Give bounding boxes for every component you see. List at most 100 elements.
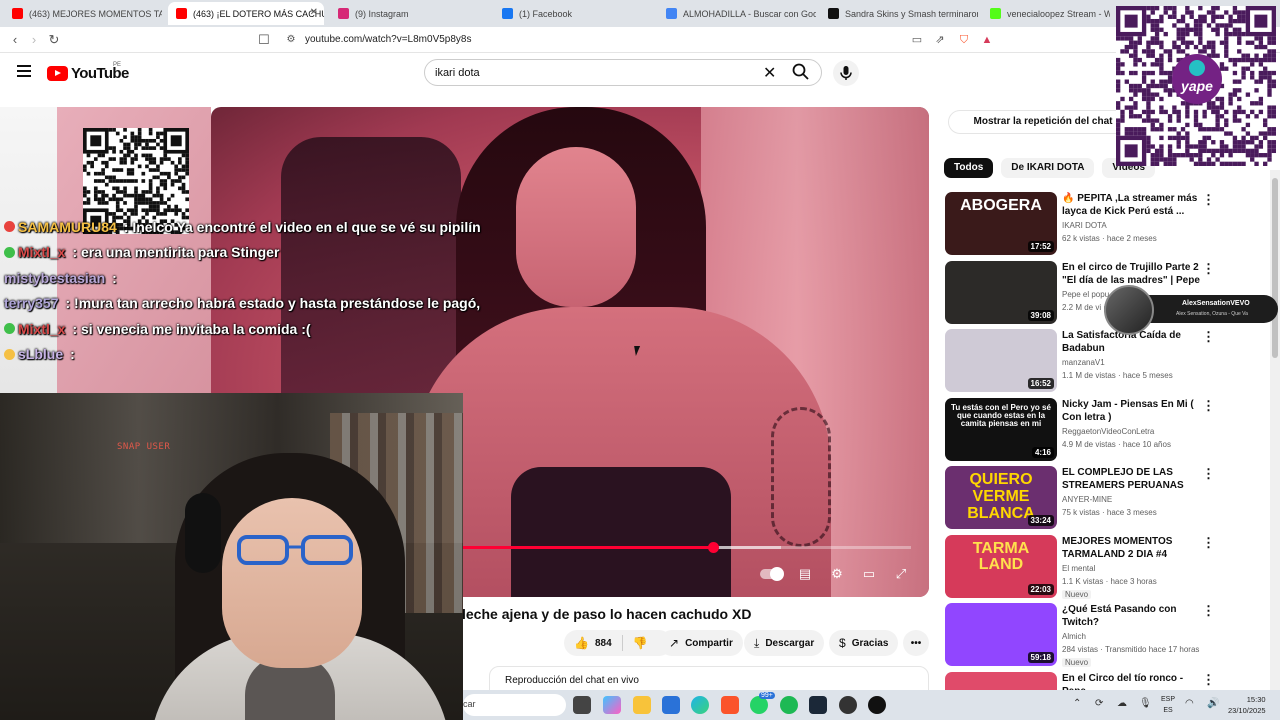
search-icon[interactable] — [791, 62, 811, 82]
recommended-video[interactable]: ABOGERA 17:52 🔥 PEPITA ,La streamer más la… — [944, 191, 1274, 260]
browser-tab[interactable]: (1) Facebook — [494, 2, 652, 25]
brave-icon[interactable] — [721, 696, 739, 714]
recommended-video[interactable]: 59:18 ¿Qué Está Pasando con Twitch? Almich… — [944, 602, 1274, 671]
video-thumbnail[interactable]: QUIERO VERME BLANCA 33:24 — [945, 466, 1057, 529]
channel-name[interactable]: El mental — [1062, 564, 1095, 573]
app-icon[interactable] — [868, 696, 886, 714]
steam-icon[interactable] — [809, 696, 827, 714]
progress-bar[interactable] — [463, 542, 911, 553]
search-input[interactable]: ikari dota — [435, 67, 480, 79]
browser-tab[interactable]: venecialoopez Stream - Watch — [982, 2, 1110, 25]
more-actions-button[interactable]: ••• — [903, 630, 929, 656]
search-box[interactable]: ikari dota ✕ — [424, 59, 822, 86]
tray-mic-icon[interactable]: 🎙 — [1139, 698, 1152, 709]
browser-tab[interactable]: Sandra Skins y Smash terminaron su... — [820, 2, 978, 25]
tray-chevron-icon[interactable]: ⌃ — [1073, 698, 1081, 709]
download-button[interactable]: ⤓ Descargar — [744, 630, 825, 656]
video-thumbnail[interactable]: ABOGERA 17:52 — [945, 192, 1057, 255]
video-thumbnail[interactable]: 59:18 — [945, 603, 1057, 666]
autoplay-toggle[interactable] — [760, 567, 784, 581]
browser-tab[interactable]: (463) MEJORES MOMENTOS TARMA... — [4, 2, 162, 25]
youtube-play-icon — [47, 66, 68, 81]
video-options-icon[interactable]: ⋮ — [1202, 193, 1215, 209]
browser-tab[interactable]: (463) ¡EL DOTERO MÁS CACHUDO...✕ — [168, 2, 324, 25]
file-explorer-icon[interactable] — [633, 696, 651, 714]
channel-name[interactable]: Almich — [1062, 632, 1086, 641]
video-options-icon[interactable]: ⋮ — [1202, 604, 1215, 620]
tray-sync-icon[interactable]: ⟳ — [1095, 698, 1103, 709]
video-thumbnail[interactable]: 39:08 — [945, 260, 1057, 324]
video-options-icon[interactable]: ⋮ — [1202, 672, 1215, 689]
spotify-icon[interactable] — [780, 696, 798, 714]
video-title-link[interactable]: EL COMPLEJO DE LAS STREAMERS PERUANAS CO… — [1062, 466, 1202, 493]
show-chat-replay-button[interactable]: Mostrar la repetición del chat — [948, 110, 1138, 134]
menu-icon[interactable] — [17, 65, 31, 77]
recommended-video[interactable]: Tu estás con el Pero yo sé que cuando es… — [944, 397, 1274, 466]
channel-name[interactable]: IKARI DOTA — [1062, 221, 1107, 230]
video-title-link[interactable]: ¿Qué Está Pasando con Twitch? — [1062, 603, 1202, 629]
video-title-link[interactable]: 🔥 PEPITA ,La streamer más layca de Kick … — [1062, 192, 1202, 218]
task-view-icon[interactable] — [573, 696, 591, 714]
site-info-icon[interactable]: ⚙ — [282, 31, 300, 49]
video-title-link[interactable]: MEJORES MOMENTOS TARMALAND 2 DIA #4 — [1062, 535, 1202, 561]
recommended-video[interactable]: TARMA LAND 22:03 MEJORES MOMENTOS TARMALAN… — [944, 534, 1274, 603]
obs-icon[interactable] — [839, 696, 857, 714]
recommended-video[interactable]: QUIERO VERME BLANCA 33:24 EL COMPLEJO DE L… — [944, 465, 1274, 534]
store-icon[interactable] — [662, 696, 680, 714]
video-title-link[interactable]: En el circo de Trujillo Parte 2 "El día … — [1062, 261, 1202, 288]
page-scrollbar[interactable] — [1270, 170, 1280, 690]
fullscreen-icon[interactable]: ⤢ — [892, 565, 910, 583]
channel-name[interactable]: Pepe el popu — [1062, 290, 1109, 299]
address-bar-url[interactable]: youtube.com/watch?v=L8m0V5p8y8s — [305, 34, 472, 45]
chat-text: : si venecia me invitaba la comida :( — [72, 320, 311, 337]
voice-search-button[interactable] — [833, 60, 859, 86]
bookmark-icon[interactable]: ☐ — [255, 31, 273, 49]
video-options-icon[interactable]: ⋮ — [1202, 261, 1215, 278]
tray-wifi-icon[interactable]: ◠ — [1185, 698, 1194, 709]
back-icon[interactable]: ‹ — [6, 31, 24, 49]
video-thumbnail[interactable]: TARMA LAND 22:03 — [945, 534, 1057, 598]
tray-volume-icon[interactable]: 🔊 — [1207, 698, 1219, 709]
browser-tab[interactable]: (9) Instagram — [330, 2, 488, 25]
like-count[interactable]: 884 — [595, 638, 612, 649]
video-thumbnail[interactable]: Tu estás con el Pero yo sé que cuando es… — [945, 397, 1057, 461]
video-thumbnail[interactable]: 16:52 — [945, 329, 1057, 392]
thanks-button[interactable]: $ Gracias — [829, 630, 899, 656]
video-options-icon[interactable]: ⋮ — [1202, 330, 1215, 346]
filter-chip[interactable]: De IKARI DOTA — [1001, 158, 1095, 178]
scrollbar-thumb[interactable] — [1272, 178, 1278, 358]
edge-icon[interactable] — [691, 696, 709, 714]
system-clock[interactable]: 15:30 23/10/2025 — [1228, 694, 1266, 716]
close-tab-icon[interactable]: ✕ — [310, 7, 318, 18]
taskbar-search[interactable]: car — [463, 694, 566, 716]
cast-icon[interactable]: ▭ — [909, 32, 925, 48]
video-title-link[interactable]: Nicky Jam - Piensas En Mi ( Con letra ) — [1062, 398, 1202, 424]
channel-name[interactable]: ReggaetonVideoConLetra — [1062, 427, 1154, 436]
like-divider — [621, 635, 623, 651]
forward-icon[interactable]: › — [25, 31, 43, 49]
channel-name[interactable]: ANYER-MINE — [1062, 495, 1112, 504]
recommended-video[interactable]: 16:52 La Satisfactoria Caída de Badabun ma… — [944, 328, 1274, 397]
settings-icon[interactable]: ⚙ — [828, 565, 846, 583]
copilot-icon[interactable] — [603, 696, 621, 714]
reload-icon[interactable]: ↻ — [45, 31, 63, 49]
brave-shield-icon[interactable]: ⛉ — [956, 32, 972, 48]
dislike-icon[interactable]: 👎 — [633, 636, 648, 650]
clear-search-icon[interactable]: ✕ — [763, 63, 776, 83]
filter-chip[interactable]: Todos — [944, 158, 994, 178]
share-button[interactable]: ↗ Compartir — [659, 630, 743, 656]
video-options-icon[interactable]: ⋮ — [1202, 535, 1215, 552]
theater-mode-icon[interactable]: ▭ — [860, 565, 878, 583]
brave-rewards-icon[interactable]: ▲ — [979, 32, 995, 48]
input-language[interactable]: ESP ES — [1161, 694, 1175, 716]
now-playing-artist: AlexSensationVEVO — [1182, 300, 1250, 307]
now-playing-notification[interactable]: AlexSensationVEVO Alex Sensation, Ozuna … — [1104, 285, 1278, 335]
browser-tab[interactable]: ALMOHADILLA - Buscar con Google — [658, 2, 816, 25]
share-icon[interactable]: ⇗ — [932, 32, 948, 48]
like-icon[interactable]: 👍 — [574, 636, 589, 650]
video-options-icon[interactable]: ⋮ — [1202, 467, 1215, 483]
subtitles-icon[interactable]: ▤ — [796, 565, 814, 583]
tray-cloud-icon[interactable]: ☁ — [1117, 698, 1127, 709]
video-options-icon[interactable]: ⋮ — [1202, 398, 1215, 415]
channel-name[interactable]: manzanaV1 — [1062, 358, 1105, 367]
